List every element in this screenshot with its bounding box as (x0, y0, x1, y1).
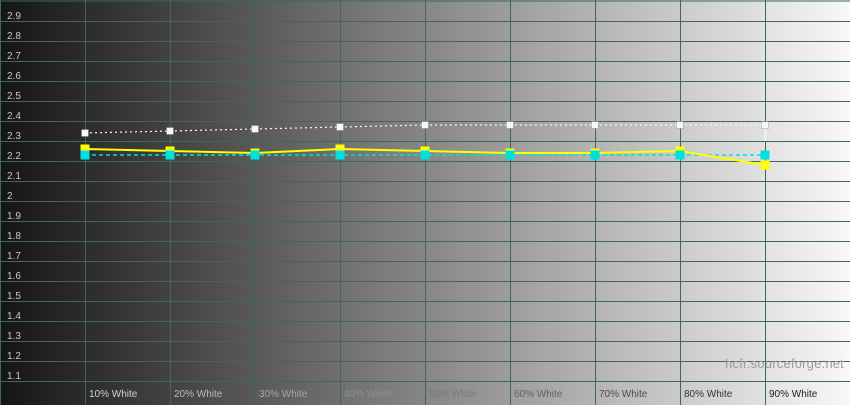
x-axis-label: 60% White (514, 389, 563, 400)
x-axis-label: 40% White (344, 389, 393, 400)
x-axis-label: 50% White (429, 389, 478, 400)
gamma-chart-canvas[interactable]: 2.9 2.8 2.7 2.6 2.5 2.4 2.3 2.2 2.1 2 1.9 1.8 1.7 1.6… (0, 0, 850, 405)
target-gamma-marker[interactable] (420, 150, 430, 160)
x-axis-label: 30% White (259, 389, 308, 400)
reference-curve-marker[interactable] (251, 125, 259, 133)
reference-curve-marker[interactable] (421, 121, 429, 129)
reference-curve-marker[interactable] (81, 129, 89, 137)
target-gamma-marker[interactable] (335, 150, 345, 160)
reference-curve-marker[interactable] (591, 121, 599, 129)
y-axis-label: 1.8 (7, 231, 21, 242)
target-gamma-marker[interactable] (675, 150, 685, 160)
x-axis-label: 20% White (174, 389, 223, 400)
y-axis-label: 1.4 (7, 311, 21, 322)
y-axis-label: 1.5 (7, 291, 21, 302)
target-gamma-marker[interactable] (80, 150, 90, 160)
reference-curve-marker[interactable] (166, 127, 174, 135)
reference-curve-marker[interactable] (761, 121, 769, 129)
target-gamma-marker[interactable] (760, 150, 770, 160)
x-axis-label: 10% White (89, 389, 138, 400)
y-axis-label: 2.7 (7, 51, 21, 62)
y-axis-label: 1.9 (7, 211, 21, 222)
y-axis-label: 2 (7, 191, 13, 202)
target-gamma-marker[interactable] (590, 150, 600, 160)
reference-curve-marker[interactable] (676, 121, 684, 129)
y-axis-label: 1.7 (7, 251, 21, 262)
y-axis-label: 2.1 (7, 171, 21, 182)
x-axis-label: 90% White (769, 389, 818, 400)
reference-curve-marker[interactable] (506, 121, 514, 129)
y-axis-label: 1.6 (7, 271, 21, 282)
y-axis-label: 2.3 (7, 131, 21, 142)
target-gamma-marker[interactable] (250, 150, 260, 160)
target-gamma-marker[interactable] (505, 150, 515, 160)
watermark: hcfr.sourceforge.net (725, 356, 844, 371)
y-axis-label: 2.8 (7, 31, 21, 42)
gamma-chart: 2.9 2.8 2.7 2.6 2.5 2.4 2.3 2.2 2.1 2 1.9 1.8 1.7 1.6… (0, 0, 850, 405)
y-axis-label: 2.5 (7, 91, 21, 102)
y-axis-label: 2.9 (7, 11, 21, 22)
target-gamma-marker[interactable] (165, 150, 175, 160)
y-axis-label: 1.1 (7, 371, 21, 382)
measured-gamma-marker[interactable] (760, 160, 770, 170)
y-axis-label: 2.2 (7, 151, 21, 162)
x-axis-label: 70% White (599, 389, 648, 400)
y-axis-label: 1.3 (7, 331, 21, 342)
x-axis-label: 80% White (684, 389, 733, 400)
y-axis-label: 1.2 (7, 351, 21, 362)
y-axis-label: 2.6 (7, 71, 21, 82)
y-axis-label: 2.4 (7, 111, 21, 122)
reference-curve-marker[interactable] (336, 123, 344, 131)
